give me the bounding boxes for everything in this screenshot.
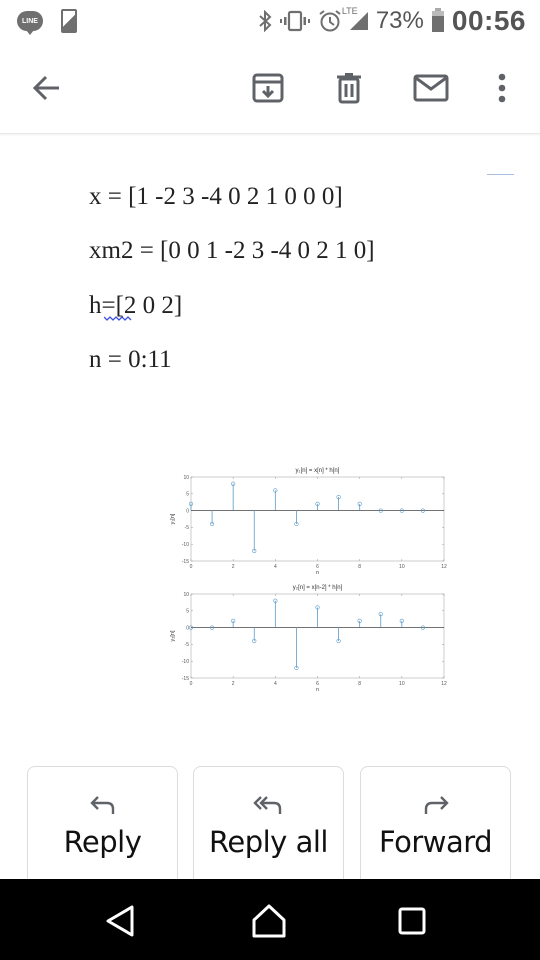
forward-button[interactable]: Forward xyxy=(360,766,511,896)
y-tick-label: 10 xyxy=(183,475,189,481)
y-tick-label: -5 xyxy=(185,642,190,648)
nav-home-button[interactable] xyxy=(249,901,289,941)
x-tick-label: 2 xyxy=(232,564,235,570)
equation-xm2: xm2 = [0 0 1 -2 3 -4 0 2 1 0] xyxy=(89,237,375,264)
chart-y2: 1050-5-10-150 2 4 6 8 10 12y₂[n] = x[n-2] * h[… xyxy=(170,585,447,693)
x-tick-label: 10 xyxy=(399,681,405,687)
equation-x: x = [1 -2 3 -4 0 2 1 0 0 0] xyxy=(89,183,343,210)
line-app-icon: LINE xyxy=(17,0,43,42)
divider-mark xyxy=(487,174,514,175)
chart-title: y₁[n] = x[n] * h[n] xyxy=(296,468,340,474)
arrow-back-icon xyxy=(32,75,59,101)
reply-all-icon xyxy=(252,796,281,814)
battery-percent: 73% xyxy=(375,7,424,34)
nav-back-icon xyxy=(106,905,134,937)
x-tick-label: 8 xyxy=(358,564,361,570)
x-tick-label: 4 xyxy=(274,681,277,687)
x-tick-label: 12 xyxy=(441,681,447,687)
alarm-icon xyxy=(319,10,341,32)
y-tick-label: -10 xyxy=(182,542,189,548)
bluetooth-icon xyxy=(259,10,272,32)
message-toolbar xyxy=(0,42,540,134)
phone-screenshot-icon xyxy=(61,0,77,42)
x-axis-label: n xyxy=(316,687,319,693)
spellcheck-underline xyxy=(104,316,132,321)
x-axis-label: n xyxy=(316,570,319,576)
battery-icon xyxy=(431,7,444,32)
reply-actions: Reply Reply all Forward xyxy=(0,766,540,896)
x-tick-label: 0 xyxy=(190,564,193,570)
more-vert-icon xyxy=(498,73,506,103)
nav-recents-button[interactable] xyxy=(392,901,432,941)
back-button[interactable] xyxy=(26,68,66,108)
plot-area xyxy=(190,476,445,562)
nav-recents-icon xyxy=(398,907,426,935)
nav-home-icon xyxy=(252,904,286,938)
y-tick-label: 5 xyxy=(186,492,189,498)
y-tick-label: -15 xyxy=(182,559,189,565)
y-tick-label: 0 xyxy=(186,508,189,514)
x-tick-label: 8 xyxy=(358,681,361,687)
y-axis-label: y₁[n] xyxy=(170,513,176,524)
status-right: LTE 73% 00:56 xyxy=(258,0,526,42)
y-tick-label: 10 xyxy=(183,592,189,598)
nav-back-button[interactable] xyxy=(100,901,140,941)
x-tick-label: 12 xyxy=(441,564,447,570)
x-tick-label: 0 xyxy=(190,681,193,687)
x-tick-label: 2 xyxy=(232,681,235,687)
archive-button[interactable] xyxy=(248,68,288,108)
y-tick-label: 0 xyxy=(186,625,189,631)
status-bar: LINE LTE 73% 00:56 xyxy=(0,0,540,42)
equation-h: h=[2 0 2] xyxy=(89,292,183,319)
reply-label: Reply xyxy=(63,825,142,859)
mail-icon xyxy=(413,74,449,102)
chart-y1: 1050-5-10-150 2 4 6 8 10 12y₁[n] = x[n] * h[n]… xyxy=(170,468,447,576)
reply-icon xyxy=(89,796,114,814)
mark-unread-button[interactable] xyxy=(411,68,451,108)
stem-plots-figure: 1050-5-10-150 2 4 6 8 10 12y₁[n] = x[n] * h[n]… xyxy=(170,468,447,693)
clock: 00:56 xyxy=(451,5,526,36)
plot-area xyxy=(190,593,445,679)
y-axis-label: y₂[n] xyxy=(170,630,176,641)
delete-button[interactable] xyxy=(329,68,369,108)
x-tick-label: 10 xyxy=(399,564,405,570)
y-tick-label: -10 xyxy=(182,659,189,665)
y-tick-label: 5 xyxy=(186,609,189,615)
reply-all-label: Reply all xyxy=(209,825,328,859)
reply-button[interactable]: Reply xyxy=(27,766,178,896)
archive-icon xyxy=(252,73,284,103)
more-options-button[interactable] xyxy=(482,68,522,108)
vibrate-icon xyxy=(279,10,310,32)
chart-title: y₂[n] = x[n-2] * h[n] xyxy=(293,585,343,591)
forward-label: Forward xyxy=(378,825,493,859)
x-tick-label: 4 xyxy=(274,564,277,570)
reply-all-button[interactable]: Reply all xyxy=(193,766,344,896)
lte-signal-icon: LTE xyxy=(342,6,368,30)
y-tick-label: -5 xyxy=(185,525,190,531)
system-nav-bar xyxy=(0,879,540,960)
forward-icon xyxy=(424,796,449,814)
delete-icon xyxy=(337,73,361,104)
equation-n: n = 0:11 xyxy=(89,346,172,373)
line-label: LINE xyxy=(17,11,43,35)
y-tick-label: -15 xyxy=(182,676,189,682)
